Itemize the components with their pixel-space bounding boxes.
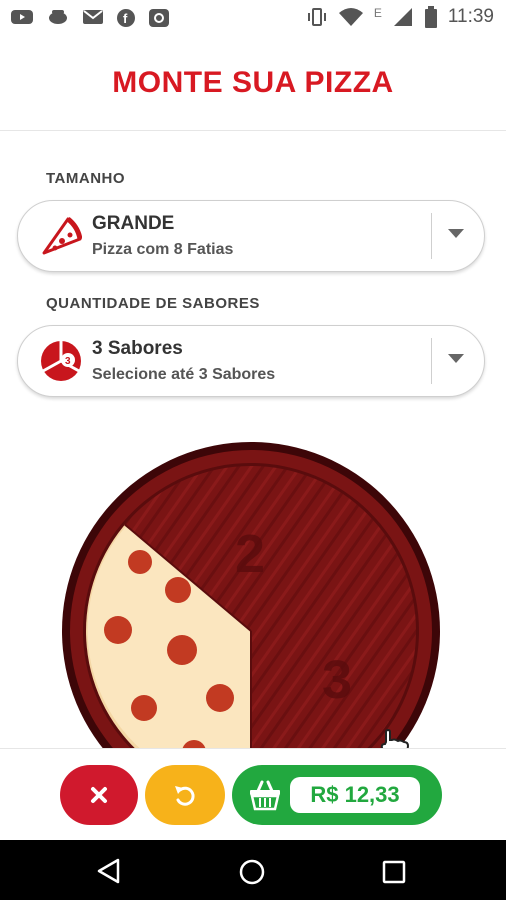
network-type: E <box>373 6 382 20</box>
slot-number-2: 2 <box>235 524 265 584</box>
slot-number-3: 3 <box>322 650 352 710</box>
flavors-badge: 3 <box>65 356 71 367</box>
home-icon[interactable] <box>238 858 266 886</box>
pepperoni <box>131 695 157 721</box>
basket-icon <box>250 780 280 811</box>
battery-icon <box>424 6 437 28</box>
status-bar: f E 11:39 <box>0 0 506 36</box>
clock: 11:39 <box>447 6 494 27</box>
three-slices-icon: 3 <box>41 341 81 381</box>
select-divider <box>431 338 432 384</box>
size-label: TAMANHO <box>46 170 126 187</box>
recents-icon[interactable] <box>382 860 406 884</box>
reset-button[interactable] <box>145 765 225 825</box>
app-header: MONTE SUA PIZZA <box>0 36 506 131</box>
gmail-icon <box>83 10 103 24</box>
undo-icon <box>175 786 195 806</box>
pizza-slice-icon <box>42 217 82 255</box>
close-icon <box>91 787 107 803</box>
back-icon[interactable] <box>96 858 122 884</box>
chevron-down-icon[interactable] <box>448 229 464 238</box>
system-nav-bar <box>0 840 506 900</box>
svg-text:f: f <box>123 11 128 26</box>
flavors-description: Selecione até 3 Sabores <box>92 366 276 383</box>
size-selected: GRANDE <box>92 213 175 234</box>
price-label: R$ 12,33 <box>290 777 420 813</box>
signal-icon <box>393 8 412 26</box>
app-icon <box>149 9 169 27</box>
pepperoni <box>128 550 152 574</box>
youtube-icon <box>11 10 33 24</box>
chevron-down-icon[interactable] <box>448 354 464 363</box>
flavors-select[interactable]: 3 3 Sabores Selecione até 3 Sabores <box>17 325 485 397</box>
action-bar: R$ 12,33 <box>0 748 506 841</box>
flavors-selected: 3 Sabores <box>92 338 183 359</box>
size-select[interactable]: GRANDE Pizza com 8 Fatias <box>17 200 485 272</box>
pepperoni <box>104 616 132 644</box>
pepperoni <box>167 635 197 665</box>
flavors-label: QUANTIDADE DE SABORES <box>46 295 260 312</box>
page-title: MONTE SUA PIZZA <box>112 66 394 99</box>
vibrate-icon <box>307 8 326 26</box>
add-to-cart-button[interactable]: R$ 12,33 <box>232 765 442 825</box>
pepperoni <box>206 684 234 712</box>
pepperoni <box>165 577 191 603</box>
wifi-icon <box>338 8 363 26</box>
bug-icon <box>49 10 67 24</box>
system-status: E 11:39 <box>306 6 494 28</box>
size-description: Pizza com 8 Fatias <box>92 241 234 258</box>
facebook-icon: f <box>117 9 135 27</box>
notification-icons: f <box>10 8 170 28</box>
cancel-button[interactable] <box>60 765 138 825</box>
select-divider <box>431 213 432 259</box>
